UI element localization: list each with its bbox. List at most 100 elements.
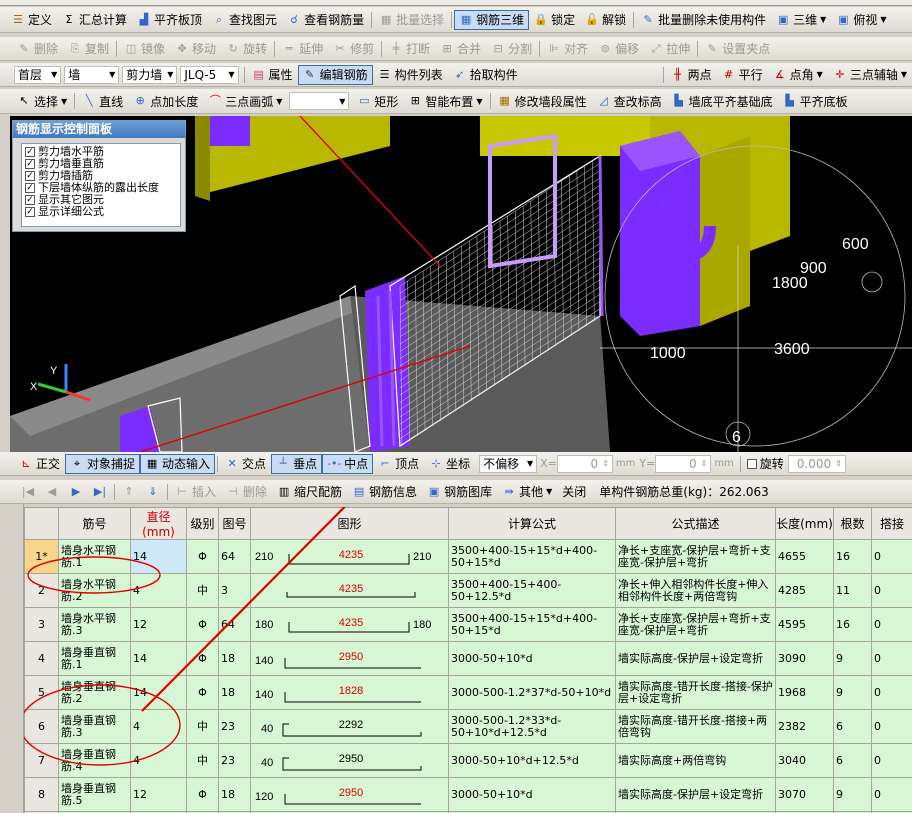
cell-diameter[interactable]: 14	[130, 539, 187, 574]
cell-shape[interactable]: 4235	[250, 573, 449, 608]
cell-formula[interactable]: 3500+400-15+400-50+12.5*d	[448, 573, 616, 608]
cell-grade[interactable]: Φ	[186, 777, 219, 812]
cell-lap[interactable]: 0	[871, 607, 912, 642]
col-header-diameter[interactable]: 直径(mm)	[130, 507, 187, 540]
cell-shape[interactable]: 40 2950	[250, 743, 449, 778]
table-row[interactable]: 6 墙身垂直钢筋.3 4 中 23 40 2292 3000-500-1.2*33…	[24, 709, 912, 744]
check-elevation-button[interactable]: ◿ 查改标高	[592, 91, 667, 111]
select-button[interactable]: ↖ 选择 ▼	[12, 91, 72, 111]
sum-button[interactable]: Σ 汇总计算	[57, 10, 132, 30]
cell-figure-no[interactable]: 23	[218, 743, 251, 778]
cell-count[interactable]: 9	[833, 641, 872, 676]
ortho-button[interactable]: ⊾ 正交	[14, 454, 65, 474]
cell-lap[interactable]: 0	[871, 777, 912, 812]
subtype-select[interactable]: 剪力墙 ▼	[122, 65, 178, 84]
cell-shape[interactable]: 40 2292	[250, 709, 449, 744]
delete-button[interactable]: ✎ 删除	[12, 39, 63, 59]
cell-lap[interactable]: 0	[871, 641, 912, 676]
cell-grade[interactable]: 中	[186, 573, 219, 608]
cell-count[interactable]: 6	[833, 743, 872, 778]
cell-lap[interactable]: 0	[871, 675, 912, 710]
cell-length[interactable]: 1968	[775, 675, 834, 710]
cell-bar-no[interactable]: 墙身垂直钢筋.4	[58, 743, 131, 778]
set-grip-button[interactable]: ✎ 设置夹点	[700, 39, 775, 59]
cell-diameter[interactable]: 12	[130, 607, 187, 642]
table-row[interactable]: 8 墙身垂直钢筋.5 12 Φ 18 120 2950 3000-50+10*d …	[24, 777, 912, 812]
trim-button[interactable]: ✂ 修剪	[328, 39, 379, 59]
cell-bar-no[interactable]: 墙身水平钢筋.2	[58, 573, 131, 608]
other-button[interactable]: ⇛ 其他 ▼	[497, 482, 557, 502]
cell-figure-no[interactable]: 18	[218, 641, 251, 676]
x-input[interactable]: 0 ⇕	[556, 454, 613, 473]
object-snap-button[interactable]: ⌖ 对象捕捉	[65, 453, 141, 474]
cell-shape[interactable]: 140 2950	[250, 641, 449, 676]
parallel-axis-button[interactable]: # 平行	[717, 65, 768, 85]
cell-description[interactable]: 净长+伸入相邻构件长度+伸入相邻构件长度+两倍弯钩	[615, 573, 776, 608]
batch-select-button[interactable]: ▦ 批量选择	[374, 10, 449, 30]
cell-description[interactable]: 净长+支座宽-保护层+弯折+支座宽-保护层+弯折	[615, 539, 776, 574]
align-button[interactable]: ⊫ 对齐	[542, 39, 593, 59]
col-header-grade[interactable]: 级别	[186, 507, 219, 540]
cell-lap[interactable]: 0	[871, 709, 912, 744]
component-list-button[interactable]: ☰ 构件列表	[373, 65, 448, 85]
col-header-lap[interactable]: 搭接	[871, 507, 912, 540]
row-index[interactable]: 8	[24, 777, 59, 812]
row-index[interactable]: 1*	[24, 539, 59, 574]
cell-formula[interactable]: 3500+400-15+15*d+400-50+15*d	[448, 539, 616, 574]
cell-diameter[interactable]: 4	[130, 743, 187, 778]
insert-row-button[interactable]: ⊢ 插入	[170, 482, 221, 502]
panel-option[interactable]: ✓ 显示详细公式	[25, 206, 177, 218]
move-down-button[interactable]: ⇓	[141, 482, 165, 502]
cell-figure-no[interactable]: 23	[218, 709, 251, 744]
row-index[interactable]: 5	[24, 675, 59, 710]
col-header-figure-no[interactable]: 图号	[218, 507, 251, 540]
align-slab-bottom-button[interactable]: ▙ 平齐底板	[778, 91, 853, 111]
stretch-button[interactable]: ⤢ 拉伸	[644, 39, 695, 59]
cell-length[interactable]: 3090	[775, 641, 834, 676]
lock-button[interactable]: 🔒 锁定	[529, 10, 580, 30]
row-index[interactable]: 3	[24, 607, 59, 642]
offset-button[interactable]: ⊚ 偏移	[593, 39, 644, 59]
cell-description[interactable]: 墙实际高度-错开长度-搭接-保护层+设定弯折	[615, 675, 776, 710]
cell-formula[interactable]: 3000-500-1.2*33*d-50+10*d+12.5*d	[448, 709, 616, 744]
wall-bottom-align-button[interactable]: ▙ 墙底平齐基础底	[667, 91, 778, 111]
row-index[interactable]: 2	[24, 573, 59, 608]
rotate-checkbox[interactable]: 旋转	[746, 458, 784, 470]
cell-length[interactable]: 3040	[775, 743, 834, 778]
move-button[interactable]: ✥ 移动	[170, 39, 221, 59]
cell-bar-no[interactable]: 墙身垂直钢筋.2	[58, 675, 131, 710]
mirror-button[interactable]: ◫ 镜像	[119, 39, 170, 59]
3d-view-button[interactable]: ▣ 三维 ▼	[771, 10, 831, 30]
midpoint-snap-button[interactable]: -•- 中点	[322, 453, 374, 474]
col-header-count[interactable]: 根数	[833, 507, 872, 540]
row-index[interactable]: 7	[24, 743, 59, 778]
three-point-arc-button[interactable]: ⌒ 三点画弧 ▼	[203, 91, 287, 111]
vertex-snap-button[interactable]: ⌐ 顶点	[373, 454, 424, 474]
cell-grade[interactable]: Φ	[186, 641, 219, 676]
three-point-axis-button[interactable]: ✛ 三点辅轴 ▼	[828, 65, 912, 85]
row-index[interactable]: 6	[24, 709, 59, 744]
move-up-button[interactable]: ⇑	[117, 482, 141, 502]
cell-description[interactable]: 净长+支座宽-保护层+弯折+支座宽-保护层+弯折	[615, 607, 776, 642]
cell-shape[interactable]: 120 2950	[250, 777, 449, 812]
find-button[interactable]: ⌕ 查找图元	[207, 10, 282, 30]
y-input[interactable]: 0 ⇕	[655, 454, 712, 473]
row-index[interactable]: 4	[24, 641, 59, 676]
cell-bar-no[interactable]: 墙身垂直钢筋.3	[58, 709, 131, 744]
extend-button[interactable]: ═ 延伸	[277, 39, 328, 59]
cell-lap[interactable]: 0	[871, 539, 912, 574]
point-length-button[interactable]: ⊕ 点加长度	[128, 91, 203, 111]
table-row[interactable]: 5 墙身垂直钢筋.2 14 Φ 18 140 1828 3000-500-1.2*…	[24, 675, 912, 710]
merge-button[interactable]: ⊞ 合并	[435, 39, 486, 59]
cell-grade[interactable]: Φ	[186, 539, 219, 574]
type-select[interactable]: 墙 ▼	[64, 65, 120, 84]
split-button[interactable]: ⊟ 分割	[486, 39, 537, 59]
col-header-bar-no[interactable]: 筋号	[58, 507, 131, 540]
last-record-button[interactable]: ▶|	[88, 482, 112, 502]
rebar-info-button[interactable]: ▤ 钢筋信息	[347, 482, 422, 502]
cell-count[interactable]: 11	[833, 573, 872, 608]
unlock-button[interactable]: 🔓 解锁	[580, 10, 631, 30]
modify-wall-segment-button[interactable]: ▦ 修改墙段属性	[493, 91, 592, 111]
cell-grade[interactable]: 中	[186, 743, 219, 778]
col-header-length[interactable]: 长度(mm)	[775, 507, 834, 540]
